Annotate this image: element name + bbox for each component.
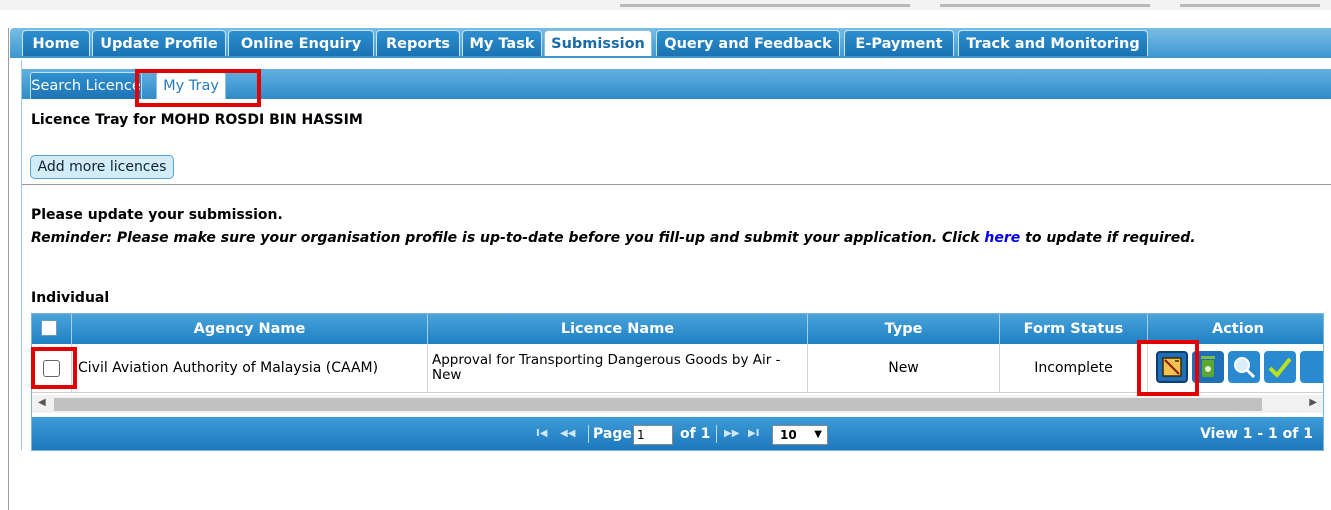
view-icon[interactable]: [1228, 351, 1260, 383]
tab-search-licence[interactable]: Search Licence: [30, 72, 142, 99]
cell-type: New: [808, 344, 1000, 392]
here-link[interactable]: here: [984, 230, 1020, 246]
page-size-value: 10: [780, 428, 797, 442]
submit-icon[interactable]: [1264, 351, 1296, 383]
view-records-text: View 1 - 1 of 1: [1200, 426, 1313, 442]
chevron-down-icon: ▼: [814, 429, 822, 440]
next-page-icon[interactable]: ▶▶: [724, 417, 739, 450]
section-label: Individual: [31, 290, 110, 306]
reminder-text-end: to update if required.: [1020, 230, 1196, 246]
tab-my-task[interactable]: My Task: [462, 30, 542, 56]
pager-separator: [716, 425, 717, 443]
more-action-icon[interactable]: [1300, 351, 1323, 383]
cell-agency: Civil Aviation Authority of Malaysia (CA…: [72, 344, 428, 392]
table-row: Civil Aviation Authority of Malaysia (CA…: [32, 344, 1323, 393]
update-message: Please update your submission.: [31, 207, 283, 223]
col-type[interactable]: Type: [808, 314, 1000, 344]
page-size-select[interactable]: 10 ▼: [772, 425, 828, 445]
tab-e-payment[interactable]: E-Payment: [844, 30, 954, 56]
last-page-icon[interactable]: ▶I: [748, 417, 759, 450]
highlight-row-checkbox: [31, 347, 77, 389]
col-form-status[interactable]: Form Status: [1000, 314, 1148, 344]
header-select-cell: [32, 314, 72, 344]
add-more-licences-button[interactable]: Add more licences: [30, 155, 174, 179]
page-number-input[interactable]: 1: [633, 425, 673, 445]
prev-page-icon[interactable]: ◀◀: [560, 417, 575, 450]
scroll-right-icon[interactable]: ▶: [1309, 397, 1317, 408]
scroll-thumb[interactable]: [54, 398, 1262, 411]
page-label: Page: [593, 426, 632, 442]
tab-online-enquiry[interactable]: Online Enquiry: [228, 30, 374, 56]
reminder-message: Reminder: Please make sure your organisa…: [31, 230, 1196, 246]
tab-reports[interactable]: Reports: [376, 30, 460, 56]
col-licence-name[interactable]: Licence Name: [428, 314, 808, 344]
top-strip: [0, 0, 1331, 10]
cell-licence: Approval for Transporting Dangerous Good…: [428, 344, 808, 392]
select-all-checkbox[interactable]: [41, 320, 57, 336]
highlight-edit-icon: [1137, 340, 1199, 396]
tab-track-monitoring[interactable]: Track and Monitoring: [958, 30, 1148, 56]
page-count: of 1: [680, 426, 711, 442]
tab-update-profile[interactable]: Update Profile: [92, 30, 226, 56]
horizontal-scrollbar[interactable]: ◀ ▶: [32, 395, 1323, 413]
col-agency-name[interactable]: Agency Name: [72, 314, 428, 344]
cell-status: Incomplete: [1000, 344, 1148, 392]
page-border: [8, 28, 9, 510]
tab-submission[interactable]: Submission: [544, 30, 652, 56]
licence-grid: Agency Name Licence Name Type Form Statu…: [31, 313, 1324, 451]
divider: [22, 184, 1331, 185]
tab-query-feedback[interactable]: Query and Feedback: [656, 30, 840, 56]
highlight-my-tray: [135, 69, 261, 107]
grid-header: Agency Name Licence Name Type Form Statu…: [32, 314, 1323, 344]
tray-title: Licence Tray for MOHD ROSDI BIN HASSIM: [31, 112, 363, 128]
main-tab-bar: Home Update Profile Online Enquiry Repor…: [10, 28, 1331, 58]
first-page-icon[interactable]: I◀: [536, 417, 547, 450]
reminder-text: Reminder: Please make sure your organisa…: [31, 230, 985, 246]
scroll-left-icon[interactable]: ◀: [38, 397, 46, 408]
pager-separator: [588, 425, 589, 443]
pager-bar: I◀ ◀◀ Page 1 of 1 ▶▶ ▶I 10 ▼ View 1 - 1 o…: [32, 417, 1323, 450]
tab-home[interactable]: Home: [22, 30, 90, 56]
